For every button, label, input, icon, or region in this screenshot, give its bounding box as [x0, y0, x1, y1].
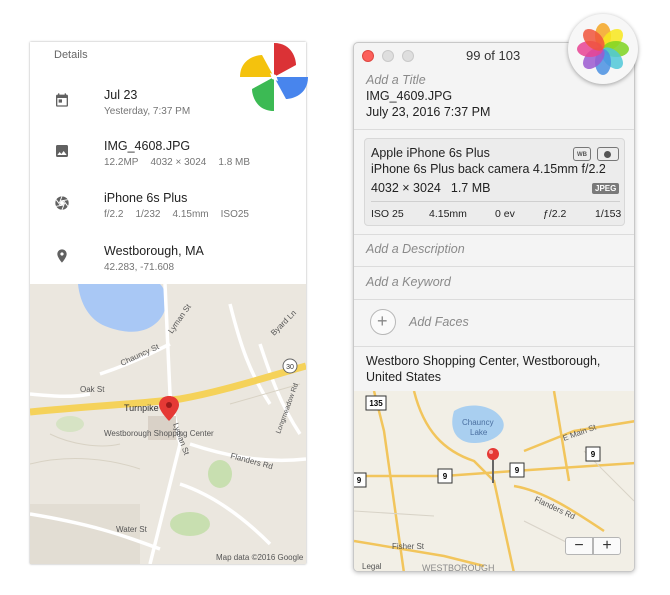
add-title-field[interactable]: Add a Title: [366, 73, 426, 87]
camera-lens: iPhone 6s Plus back camera 4.15mm f/2.2: [371, 162, 606, 176]
map-legal-link[interactable]: Legal: [362, 562, 382, 571]
map-label-fisher: Fisher St: [392, 542, 425, 551]
location-name: Westborough, MA: [104, 244, 204, 258]
file-name: IMG_4608.JPG: [104, 139, 191, 153]
divider: [354, 299, 634, 300]
card-divider: [371, 201, 620, 202]
aperture-icon: [55, 196, 69, 210]
exif-aperture: ƒ/2.2: [543, 208, 567, 220]
map-label-oak: Oak St: [80, 385, 105, 394]
date-subtitle: Yesterday, 7:37 PM: [104, 106, 191, 117]
photo-datetime: July 23, 2016 7:37 PM: [366, 105, 491, 119]
image-filesize: 1.7 MB: [450, 181, 491, 195]
add-keyword-field[interactable]: Add a Keyword: [366, 275, 451, 289]
minimize-button[interactable]: [382, 50, 394, 62]
zoom-out-button[interactable]: −: [565, 537, 593, 555]
map-route-30: 30: [286, 364, 294, 371]
wb-label: WB: [577, 152, 587, 158]
add-faces-button[interactable]: +: [370, 309, 396, 335]
screenshot-stage: Details Jul 23 Yesterday, 7:37 PM IMG_46…: [0, 0, 670, 595]
date-title: Jul 23: [104, 88, 138, 102]
image-dimensions: 4032 × 3024: [371, 181, 441, 195]
camera-shutter: 1/232: [135, 209, 161, 220]
calendar-icon: [56, 93, 68, 107]
map-attribution: Map data ©2016 Google: [216, 553, 304, 562]
route-9b-label: 9: [443, 472, 448, 481]
map-label-chauncy: Chauncy: [462, 418, 494, 427]
add-description-field[interactable]: Add a Description: [366, 242, 465, 256]
add-faces-label[interactable]: Add Faces: [409, 315, 469, 329]
route-135-shield: 135: [365, 395, 387, 411]
mac-photos-info-panel: 99 of 103 Add a Title IMG_4609.JPG July …: [353, 42, 635, 572]
google-map[interactable]: 30 Lyman St Chauncy St Byard Ln Oak St T…: [30, 284, 306, 564]
map-label-water: Water St: [116, 525, 148, 534]
location-row[interactable]: Westborough, MA 42.283, -71.608: [30, 244, 306, 284]
zoom-in-button[interactable]: +: [593, 537, 621, 555]
divider: [354, 129, 634, 130]
camera-model: iPhone 6s Plus: [104, 191, 188, 205]
metering-icon: [597, 147, 619, 161]
camera-row: iPhone 6s Plus f/2.2 1/232 4.15mm ISO25: [30, 191, 306, 231]
file-megapixels: 12.2MP: [104, 157, 139, 168]
camera-details: f/2.2 1/232 4.15mm ISO25: [104, 209, 261, 220]
file-dimensions: 4032 × 3024: [150, 157, 207, 168]
route-9c-label: 9: [515, 466, 520, 475]
format-badge: JPEG: [592, 183, 620, 194]
map-label-lake: Lake: [470, 428, 488, 437]
exif-focal: 4.15mm: [429, 208, 467, 220]
white-balance-icon: WB: [573, 147, 591, 161]
photo-filename: IMG_4609.JPG: [366, 89, 453, 103]
details-header: Details: [54, 49, 88, 61]
google-photos-logo-icon: [240, 43, 308, 111]
zoom-button[interactable]: [402, 50, 414, 62]
image-size-line: 4032 × 3024 1.7 MB: [371, 181, 500, 195]
file-size: 1.8 MB: [218, 157, 251, 168]
camera-model: Apple iPhone 6s Plus: [371, 146, 490, 160]
map-label-shopping-center: Westborough Shopping Center: [104, 429, 214, 438]
location-pin-icon: [57, 249, 67, 263]
route-135-label: 135: [369, 399, 383, 408]
camera-iso: ISO25: [220, 209, 249, 220]
map-label-turnpike: Turnpike: [124, 403, 159, 413]
camera-info-card: Apple iPhone 6s Plus iPhone 6s Plus back…: [364, 138, 625, 226]
location-coords: 42.283, -71.608: [104, 262, 175, 273]
camera-focal: 4.15mm: [172, 209, 209, 220]
exif-iso: ISO 25: [371, 208, 404, 220]
route-9a-label: 9: [357, 476, 362, 485]
route-9d-label: 9: [591, 450, 596, 459]
file-row: IMG_4608.JPG 12.2MP 4032 × 3024 1.8 MB: [30, 139, 306, 179]
location-label: Westboro Shopping Center, Westborough, U…: [366, 354, 601, 384]
exif-ev: 0 ev: [495, 208, 515, 220]
plus-icon: +: [377, 311, 388, 331]
apple-photos-logo-icon: [568, 14, 638, 84]
divider: [354, 234, 634, 235]
image-icon: [56, 145, 68, 157]
file-details: 12.2MP 4032 × 3024 1.8 MB: [104, 157, 262, 168]
photo-counter: 99 of 103: [466, 48, 521, 63]
camera-aperture: f/2.2: [104, 209, 124, 220]
divider: [354, 266, 634, 267]
exif-shutter: 1/153: [595, 208, 622, 220]
close-button[interactable]: [362, 50, 374, 62]
divider: [354, 346, 634, 347]
map-label-town: WESTBOROUGH: [422, 563, 495, 572]
